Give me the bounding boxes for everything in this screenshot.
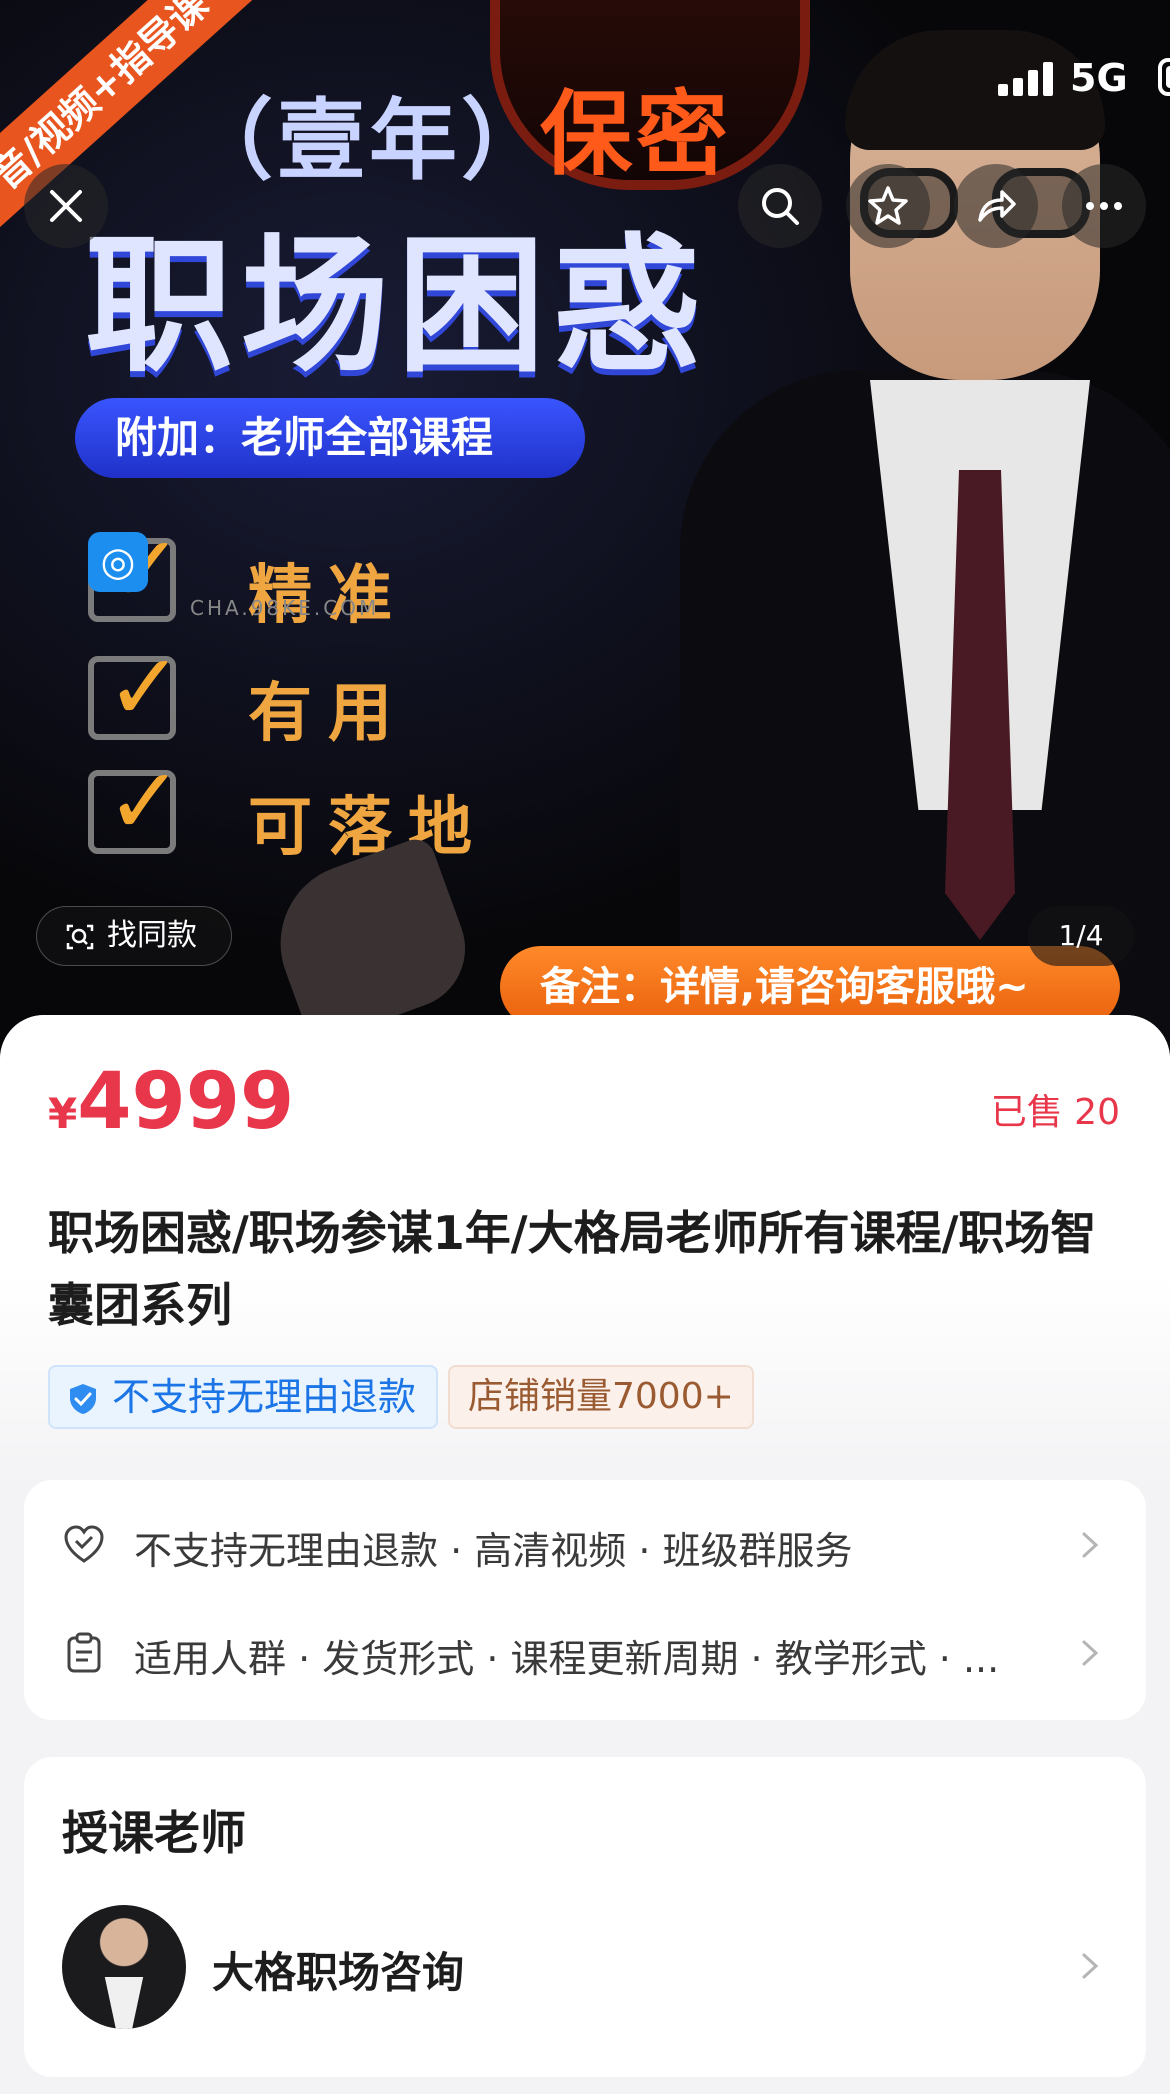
product-detail-sheet: ¥4999 已售 20 职场困惑/职场参谋1年/大格局老师所有课程/职场智囊团系…: [0, 1015, 1170, 2094]
watermark-text: CHA.98KE.COM: [190, 596, 380, 620]
shield-check-icon: [70, 1384, 96, 1414]
favorite-button[interactable]: [846, 164, 930, 248]
signal-icon: [998, 62, 1058, 96]
search-button[interactable]: [738, 164, 822, 248]
search-icon: [762, 188, 799, 225]
hero-secret-text: 保密: [540, 81, 733, 188]
scan-icon: [66, 924, 94, 950]
chevron-right-icon: [1082, 1532, 1099, 1558]
battery-icon: [1158, 58, 1170, 96]
checkmark-icon: ✓: [106, 748, 184, 855]
share-icon: [978, 190, 1016, 222]
hero-check-item: ✓ 可落地: [88, 748, 508, 865]
refund-policy-label: 不支持无理由退款: [112, 1375, 417, 1419]
service-row[interactable]: 不支持无理由退款 · 高清视频 · 班级群服务: [24, 1490, 1146, 1600]
star-icon: [868, 186, 908, 225]
find-similar-button[interactable]: 找同款: [36, 906, 232, 966]
store-sales-tag[interactable]: 店铺销量7000+: [448, 1365, 754, 1429]
heart-shield-icon: [64, 1525, 104, 1563]
teacher-section-title: 授课老师: [62, 1806, 246, 1860]
chevron-right-icon: [1082, 1640, 1099, 1666]
checkmark-icon: ✓: [106, 634, 184, 741]
teacher-name: 大格职场咨询: [212, 1948, 465, 1997]
more-button[interactable]: [1062, 164, 1146, 248]
chevron-right-icon: [1082, 1953, 1099, 1979]
sold-count: 已售 20: [990, 1092, 1120, 1133]
watermark-logo-icon: ◎: [88, 532, 148, 592]
hero-addon-pill: 附加：老师全部课程: [75, 398, 585, 478]
hero-main-title: 职场困惑: [85, 220, 709, 392]
teacher-row[interactable]: 大格职场咨询: [24, 1905, 1146, 2035]
hero-check-item: ✓ 有用: [88, 634, 508, 751]
refund-policy-tag[interactable]: 不支持无理由退款: [48, 1365, 439, 1429]
teacher-card: 授课老师 大格职场咨询: [24, 1757, 1146, 2077]
find-similar-label: 找同款: [107, 918, 197, 953]
image-pager: 1/4: [1028, 906, 1134, 966]
service-row-text: 适用人群 · 发货形式 · 课程更新周期 · 教学形式 · ...: [134, 1637, 1000, 1681]
product-summary: ¥4999 已售 20 职场困惑/职场参谋1年/大格局老师所有课程/职场智囊团系…: [0, 1015, 1170, 1485]
close-button[interactable]: [24, 164, 108, 248]
hero-year-text: （壹年）: [185, 89, 554, 192]
service-row-text: 不支持无理由退款 · 高清视频 · 班级群服务: [134, 1529, 853, 1573]
more-dots-icon: [1086, 202, 1122, 210]
hero-check-label: 可落地: [248, 791, 488, 865]
price: ¥4999: [48, 1057, 294, 1147]
presenter-hair: [845, 30, 1105, 150]
service-info-card: 不支持无理由退款 · 高清视频 · 班级群服务 适用人群 · 发货形式 · 课程…: [24, 1480, 1146, 1720]
currency-symbol: ¥: [48, 1089, 78, 1138]
hero-check-label: 精准: [248, 559, 408, 633]
hero-check-label: 有用: [248, 677, 408, 751]
teacher-avatar: [62, 1905, 186, 2029]
close-icon: [50, 190, 82, 222]
product-image-carousel[interactable]: 音/视频+指导课 （壹年） 保密 职场困惑 附加：老师全部课程 ✓ 精准 ✓ 有…: [0, 0, 1170, 1060]
service-row[interactable]: 适用人群 · 发货形式 · 课程更新周期 · 教学形式 · ...: [24, 1598, 1146, 1708]
product-title: 职场困惑/职场参谋1年/大格局老师所有课程/职场智囊团系列: [48, 1206, 1097, 1332]
clipboard-icon: [67, 1632, 101, 1673]
share-button[interactable]: [954, 164, 1038, 248]
network-label: 5G: [1070, 56, 1128, 100]
price-value: 4999: [77, 1057, 295, 1147]
